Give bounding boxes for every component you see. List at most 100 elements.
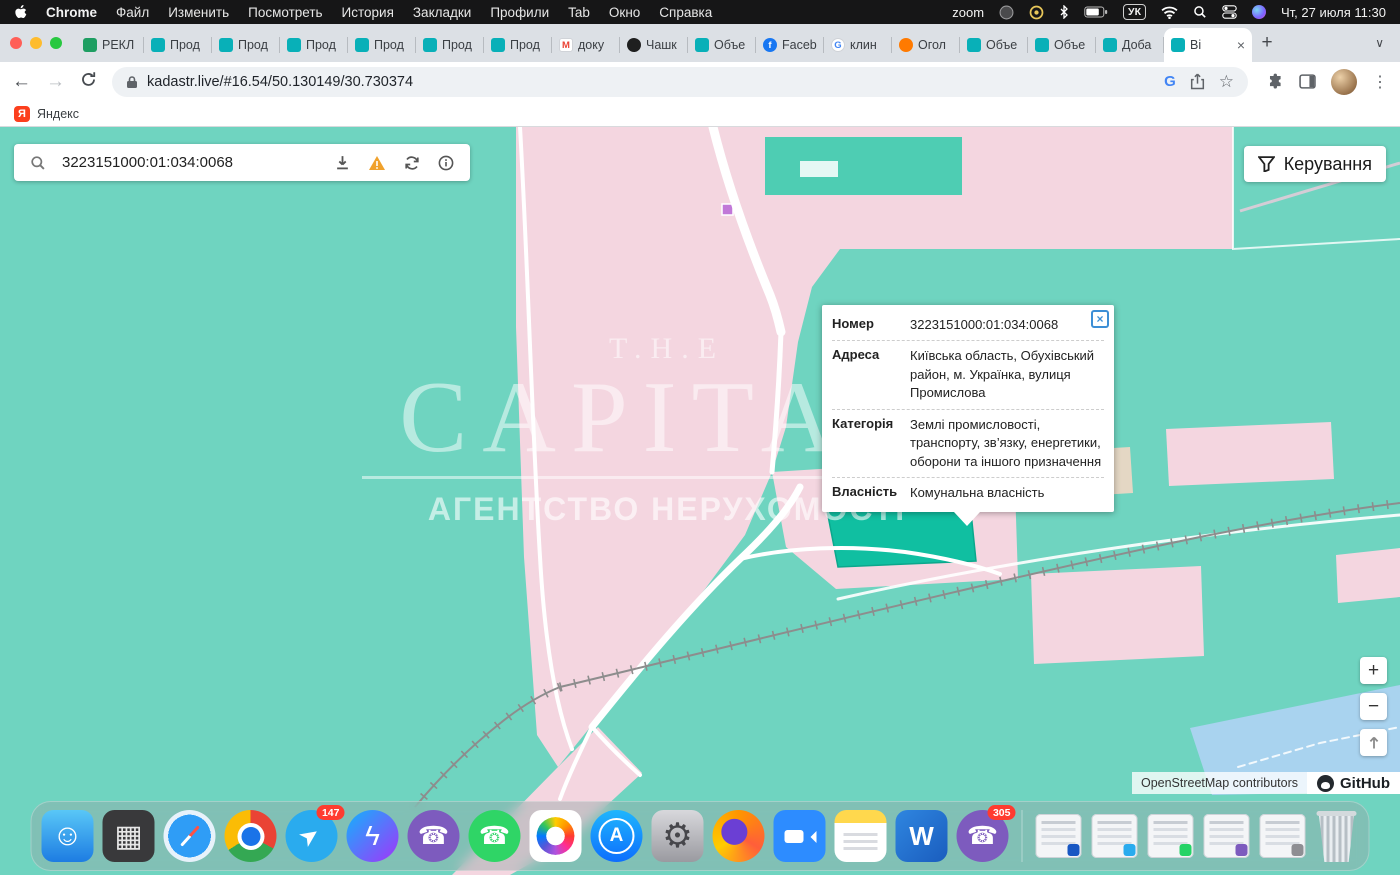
new-tab-button[interactable]: + [1252,28,1282,58]
parcel-info-popup: Номер3223151000:01:034:0068АдресаКиївськ… [822,305,1114,512]
browser-toolbar: ← → kadastr.live/#16.54/50.130149/30.730… [0,62,1400,101]
back-button[interactable]: ← [12,72,31,91]
system-settings-dock-icon[interactable]: ⚙ [652,810,704,862]
browser-tab[interactable]: Mдоку [552,28,620,62]
messenger-dock-icon[interactable]: ϟ [347,810,399,862]
google-icon[interactable]: G [1164,73,1176,90]
menubar-app-name[interactable]: Chrome [46,5,97,20]
telegram-dock-icon[interactable]: ➤147 [286,810,338,862]
browser-tab[interactable]: Gклин [824,28,892,62]
zoom-menubar-label[interactable]: zoom [952,5,984,20]
notes-dock-icon[interactable] [835,810,887,862]
window-zoom-button[interactable] [50,37,62,49]
browser-tab[interactable]: Прод [484,28,552,62]
popup-close-button[interactable]: × [1091,310,1109,328]
window-close-button[interactable] [10,37,22,49]
zoom-dock-icon[interactable] [774,810,826,862]
zoom-in-button[interactable]: + [1360,657,1387,684]
photos-dock-icon[interactable] [530,810,582,862]
tab-label: Огол [918,38,953,52]
browser-tab[interactable]: Прод [144,28,212,62]
bookmark-yandex[interactable]: Яндекс [37,107,79,121]
word-dock-icon[interactable]: W [896,810,948,862]
warning-icon[interactable] [364,155,390,171]
siri-icon[interactable] [1252,5,1266,19]
tab-close-icon[interactable]: × [1235,37,1245,53]
github-link[interactable]: GitHub [1307,772,1400,794]
menubar-item[interactable]: Профили [490,5,549,20]
wifi-icon[interactable] [1161,6,1178,19]
browser-tab[interactable]: Прод [416,28,484,62]
viber-secondary-dock-icon[interactable]: ☎305 [957,810,1009,862]
menubar-item[interactable]: Справка [659,5,712,20]
reload-button[interactable] [80,71,97,92]
browser-tab[interactable]: Ві× [1164,28,1252,62]
bookmark-star-icon[interactable]: ☆ [1219,72,1234,92]
browser-tab[interactable]: Объе [688,28,756,62]
address-bar[interactable]: kadastr.live/#16.54/50.130149/30.730374 … [112,67,1248,97]
browser-menu-icon[interactable]: ⋮ [1372,72,1388,92]
browser-tab[interactable]: fFaceb [756,28,824,62]
share-icon[interactable] [1190,73,1205,90]
window-thumbnail[interactable] [1204,814,1250,858]
window-thumbnail[interactable] [1036,814,1082,858]
browser-tab[interactable]: Объе [960,28,1028,62]
browser-tab[interactable]: Огол [892,28,960,62]
tab-label: Объе [714,38,749,52]
trash-dock-icon[interactable] [1315,809,1359,863]
keyboard-layout-badge[interactable]: УК [1123,4,1146,20]
window-minimize-button[interactable] [30,37,42,49]
tab-label: Чашк [646,38,681,52]
compass-arrow-button[interactable] [1360,729,1387,756]
window-thumbnail[interactable] [1148,814,1194,858]
forward-button[interactable]: → [46,72,65,91]
menubar-item[interactable]: Файл [116,5,149,20]
browser-tab[interactable]: Прод [212,28,280,62]
popup-row-label: Номер [832,316,902,334]
spotlight-search-icon[interactable] [1193,5,1207,19]
chrome-dock-icon[interactable] [225,810,277,862]
browser-tab[interactable]: РЕКЛ [76,28,144,62]
finder-dock-icon[interactable]: ☺ [42,810,94,862]
whatsapp-dock-icon[interactable]: ☎ [469,810,521,862]
lock-icon[interactable] [126,75,138,89]
parcel-search-input[interactable] [60,153,321,172]
menubar-item[interactable]: Изменить [168,5,229,20]
map-canvas[interactable] [0,127,1400,875]
osm-attribution[interactable]: OpenStreetMap contributors [1132,772,1307,794]
menubar-item[interactable]: Окно [609,5,640,20]
info-icon[interactable] [434,155,458,171]
bluetooth-icon[interactable] [1059,5,1069,19]
browser-tab[interactable]: Чашк [620,28,688,62]
battery-icon[interactable] [1084,6,1108,18]
control-center-icon[interactable] [1222,5,1237,19]
app-store-dock-icon[interactable]: A [591,810,643,862]
browser-tab[interactable]: Объе [1028,28,1096,62]
profile-avatar[interactable] [1331,69,1357,95]
url-text[interactable]: kadastr.live/#16.54/50.130149/30.730374 [147,74,413,90]
firefox-dock-icon[interactable] [713,810,765,862]
menubar-item[interactable]: История [342,5,394,20]
extensions-puzzle-icon[interactable] [1267,73,1284,90]
safari-dock-icon[interactable] [164,810,216,862]
menubar-item[interactable]: Закладки [413,5,471,20]
browser-tab[interactable]: Прод [348,28,416,62]
menubar-item[interactable]: Tab [568,5,590,20]
browser-tab[interactable]: Доба [1096,28,1164,62]
status-circle-icon[interactable] [999,5,1014,20]
menubar-item[interactable]: Посмотреть [248,5,322,20]
tab-search-chevron-icon[interactable]: ∨ [1365,36,1394,50]
status-ring-icon[interactable] [1029,5,1044,20]
menubar-clock[interactable]: Чт, 27 июля 11:30 [1281,5,1386,20]
download-icon[interactable] [331,155,354,170]
apple-logo-icon[interactable] [14,5,27,20]
launchpad-dock-icon[interactable]: ▦ [103,810,155,862]
window-thumbnail[interactable] [1092,814,1138,858]
viber-dock-icon[interactable]: ☎ [408,810,460,862]
browser-tab[interactable]: Прод [280,28,348,62]
side-panel-icon[interactable] [1299,74,1316,89]
zoom-out-button[interactable]: − [1360,693,1387,720]
manage-button[interactable]: Керування [1244,146,1386,182]
refresh-icon[interactable] [400,155,424,171]
window-thumbnail[interactable] [1260,814,1306,858]
